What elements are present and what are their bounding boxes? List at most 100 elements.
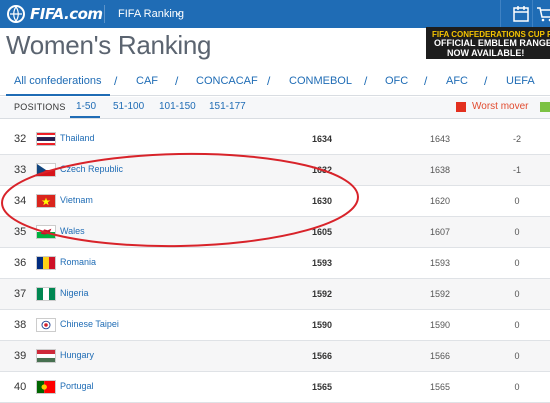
movement: 0 (514, 320, 520, 330)
table-row[interactable]: 40 Portugal 1565 1565 0 (0, 372, 550, 403)
active-range-indicator (70, 116, 100, 118)
tab-uefa[interactable]: UEFA (506, 75, 535, 87)
movement: 0 (514, 196, 520, 206)
range-1-50[interactable]: 1-50 (76, 101, 96, 112)
tab-separator: / (364, 74, 368, 88)
calendar-icon[interactable] (512, 5, 530, 23)
hungary-flag-icon (36, 349, 56, 363)
table-row[interactable]: 39 Hungary 1566 1566 0 (0, 341, 550, 372)
team-link[interactable]: Nigeria (60, 288, 89, 298)
vietnam-flag-icon (36, 194, 56, 208)
team-link[interactable]: Hungary (60, 350, 94, 360)
movement: 0 (514, 258, 520, 268)
divider (532, 0, 533, 28)
points: 1565 (312, 382, 333, 392)
rank: 32 (14, 133, 27, 145)
points: 1592 (312, 289, 333, 299)
nigeria-flag-icon (36, 287, 56, 301)
page-title: Women's Ranking (6, 30, 212, 60)
chinese-taipei-flag-icon (36, 318, 56, 332)
best-mover-swatch (540, 102, 550, 112)
chevron-down-icon[interactable]: ⌄ (174, 7, 182, 18)
previous-points: 1592 (430, 289, 451, 299)
points: 1630 (312, 196, 333, 206)
promo-line-2: OFFICIAL EMBLEM RANGE (434, 38, 550, 48)
top-bar: FIFA.com FIFA Ranking ⌄ (0, 0, 550, 28)
divider (104, 5, 105, 23)
tab-all-confederations[interactable]: All confederations (14, 75, 101, 87)
range-51-100[interactable]: 51-100 (113, 101, 144, 112)
table-row[interactable]: 37 Nigeria 1592 1592 0 (0, 279, 550, 310)
rank: 39 (14, 350, 27, 362)
tab-separator: / (267, 74, 271, 88)
promo-banner[interactable]: FIFA CONFEDERATIONS CUP RUSSIA OFFICIAL … (426, 27, 550, 59)
points: 1605 (312, 227, 333, 237)
tab-separator: / (424, 74, 428, 88)
tab-afc[interactable]: AFC (446, 75, 468, 87)
positions-label: POSITIONS (14, 102, 66, 112)
team-link[interactable]: Thailand (60, 133, 95, 143)
table-row[interactable]: 38 Chinese Taipei 1590 1590 0 (0, 310, 550, 341)
tab-conmebol[interactable]: CONMEBOL (289, 75, 352, 87)
tab-ofc[interactable]: OFC (385, 75, 408, 87)
tab-caf[interactable]: CAF (136, 75, 158, 87)
movement: 0 (514, 227, 520, 237)
romania-flag-icon (36, 256, 56, 270)
movement: -2 (512, 134, 521, 144)
portugal-flag-icon (36, 380, 56, 394)
rank: 40 (14, 381, 27, 393)
movement: 0 (514, 289, 520, 299)
rank: 38 (14, 319, 27, 331)
previous-points: 1620 (430, 196, 451, 206)
previous-points: 1565 (430, 382, 451, 392)
table-row[interactable]: 34 Vietnam 1630 1620 0 (0, 186, 550, 217)
fifa-logo[interactable]: FIFA.com (30, 5, 103, 23)
rank: 33 (14, 164, 27, 176)
range-101-150[interactable]: 101-150 (159, 101, 196, 112)
tab-separator: / (175, 74, 179, 88)
table-row[interactable]: 36 Romania 1593 1593 0 (0, 248, 550, 279)
table-row[interactable]: 32 Thailand 1634 1643 -2 (0, 124, 550, 155)
team-link[interactable]: Romania (60, 257, 96, 267)
movement: -1 (512, 165, 521, 175)
previous-points: 1607 (430, 227, 451, 237)
team-link[interactable]: Czech Republic (60, 164, 123, 174)
tab-separator: / (484, 74, 488, 88)
tab-concacaf[interactable]: CONCACAF (196, 75, 258, 87)
points: 1590 (312, 320, 333, 330)
previous-points: 1566 (430, 351, 451, 361)
worst-mover-swatch (456, 102, 466, 112)
team-link[interactable]: Portugal (60, 381, 94, 391)
table-row[interactable]: 35 Wales 1605 1607 0 (0, 217, 550, 248)
previous-points: 1638 (430, 165, 451, 175)
team-link[interactable]: Wales (60, 226, 85, 236)
czech-flag-icon (36, 163, 56, 177)
points: 1593 (312, 258, 333, 268)
divider (500, 0, 501, 28)
points: 1634 (312, 134, 333, 144)
movement: 0 (514, 382, 520, 392)
rank: 35 (14, 226, 27, 238)
promo-line-3: NOW AVAILABLE! (447, 48, 525, 58)
confederation-tabs: All confederations / CAF / CONCACAF / CO… (0, 68, 550, 96)
points: 1566 (312, 351, 333, 361)
movement: 0 (514, 351, 520, 361)
cart-icon[interactable] (536, 5, 550, 23)
previous-points: 1643 (430, 134, 451, 144)
thailand-flag-icon (36, 132, 56, 146)
wales-flag-icon (36, 225, 56, 239)
previous-points: 1593 (430, 258, 451, 268)
active-tab-indicator (6, 94, 110, 96)
previous-points: 1590 (430, 320, 451, 330)
rank: 36 (14, 257, 27, 269)
worst-mover-label: Worst mover (472, 101, 529, 112)
table-row[interactable]: 33 Czech Republic 1632 1638 -1 (0, 155, 550, 186)
points: 1632 (312, 165, 333, 175)
team-link[interactable]: Chinese Taipei (60, 319, 119, 329)
positions-bar: POSITIONS 1-50 51-100 101-150 151-177 Wo… (0, 97, 550, 119)
team-link[interactable]: Vietnam (60, 195, 93, 205)
rank: 34 (14, 195, 27, 207)
range-151-177[interactable]: 151-177 (209, 101, 246, 112)
fifa-globe-icon[interactable] (6, 4, 26, 24)
rank: 37 (14, 288, 27, 300)
